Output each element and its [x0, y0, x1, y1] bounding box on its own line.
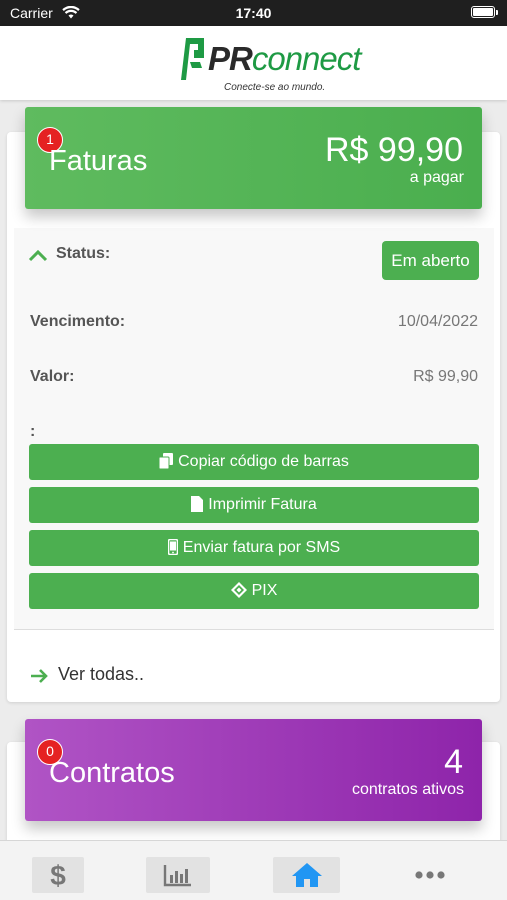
- chart-icon: [146, 857, 210, 893]
- print-invoice-button[interactable]: Imprimir Fatura: [29, 487, 479, 523]
- status-label: Status:: [56, 245, 111, 262]
- mobile-icon: [167, 538, 179, 556]
- logo-text: PRconnect: [208, 40, 362, 78]
- logo-slogan: Conecte-se ao mundo.: [224, 82, 326, 93]
- see-all-label: Ver todas..: [58, 664, 145, 684]
- chevron-up-icon[interactable]: [28, 248, 48, 267]
- pix-button[interactable]: PIX: [29, 573, 479, 609]
- svg-text:$: $: [50, 860, 66, 890]
- active-contracts-count: 4: [444, 743, 463, 781]
- print-invoice-label: Imprimir Fatura: [208, 496, 317, 513]
- tab-financeiro[interactable]: $: [32, 857, 84, 893]
- vencimento-label: Vencimento:: [30, 313, 126, 330]
- copy-barcode-label: Copiar código de barras: [178, 453, 349, 470]
- pix-label: PIX: [251, 582, 278, 599]
- clock: 17:40: [235, 5, 272, 21]
- status-badge: Em aberto: [382, 241, 479, 280]
- contratos-title: Contratos: [49, 757, 175, 789]
- pix-icon: [230, 582, 247, 598]
- vencimento-value: 10/04/2022: [397, 313, 478, 330]
- tab-more[interactable]: [400, 857, 460, 893]
- battery-icon: [471, 6, 498, 18]
- logo-mark-icon: [181, 38, 204, 80]
- home-icon: [273, 857, 340, 893]
- more-icon: [400, 857, 460, 893]
- valor-label: Valor:: [30, 368, 75, 385]
- faturas-amount: R$ 99,90: [325, 131, 463, 169]
- contratos-banner[interactable]: 0 Contratos 4 contratos ativos: [25, 719, 482, 821]
- bottom-tab-bar: $: [0, 840, 507, 900]
- tab-home[interactable]: [273, 857, 340, 893]
- send-sms-button[interactable]: Enviar fatura por SMS: [29, 530, 479, 566]
- faturas-title: Faturas: [49, 145, 148, 177]
- prconnect-logo: PRconnect Conecte-se ao mundo.: [180, 32, 361, 93]
- fatura-details-panel: [14, 228, 494, 630]
- faturas-amount-caption: a pagar: [409, 169, 464, 186]
- logo-connect-text: connect: [251, 40, 362, 77]
- send-sms-label: Enviar fatura por SMS: [182, 539, 341, 556]
- logo-pr-text: PR: [208, 40, 253, 77]
- dollar-icon: $: [32, 857, 84, 893]
- valor-value: R$ 99,90: [413, 368, 478, 385]
- faturas-banner[interactable]: 1 Faturas R$ 99,90 a pagar: [25, 107, 482, 209]
- extra-label: :: [30, 423, 36, 440]
- copy-icon: [158, 453, 174, 470]
- copy-barcode-button[interactable]: Copiar código de barras: [29, 444, 479, 480]
- file-icon: [191, 496, 204, 512]
- arrow-right-icon: [31, 669, 48, 683]
- see-all-invoices-link[interactable]: Ver todas..: [30, 664, 144, 685]
- status-bar: Carrier 17:40: [0, 0, 507, 26]
- active-contracts-caption: contratos ativos: [351, 781, 464, 798]
- tab-consumo[interactable]: [146, 857, 210, 893]
- app-header: PRconnect Conecte-se ao mundo.: [0, 26, 507, 100]
